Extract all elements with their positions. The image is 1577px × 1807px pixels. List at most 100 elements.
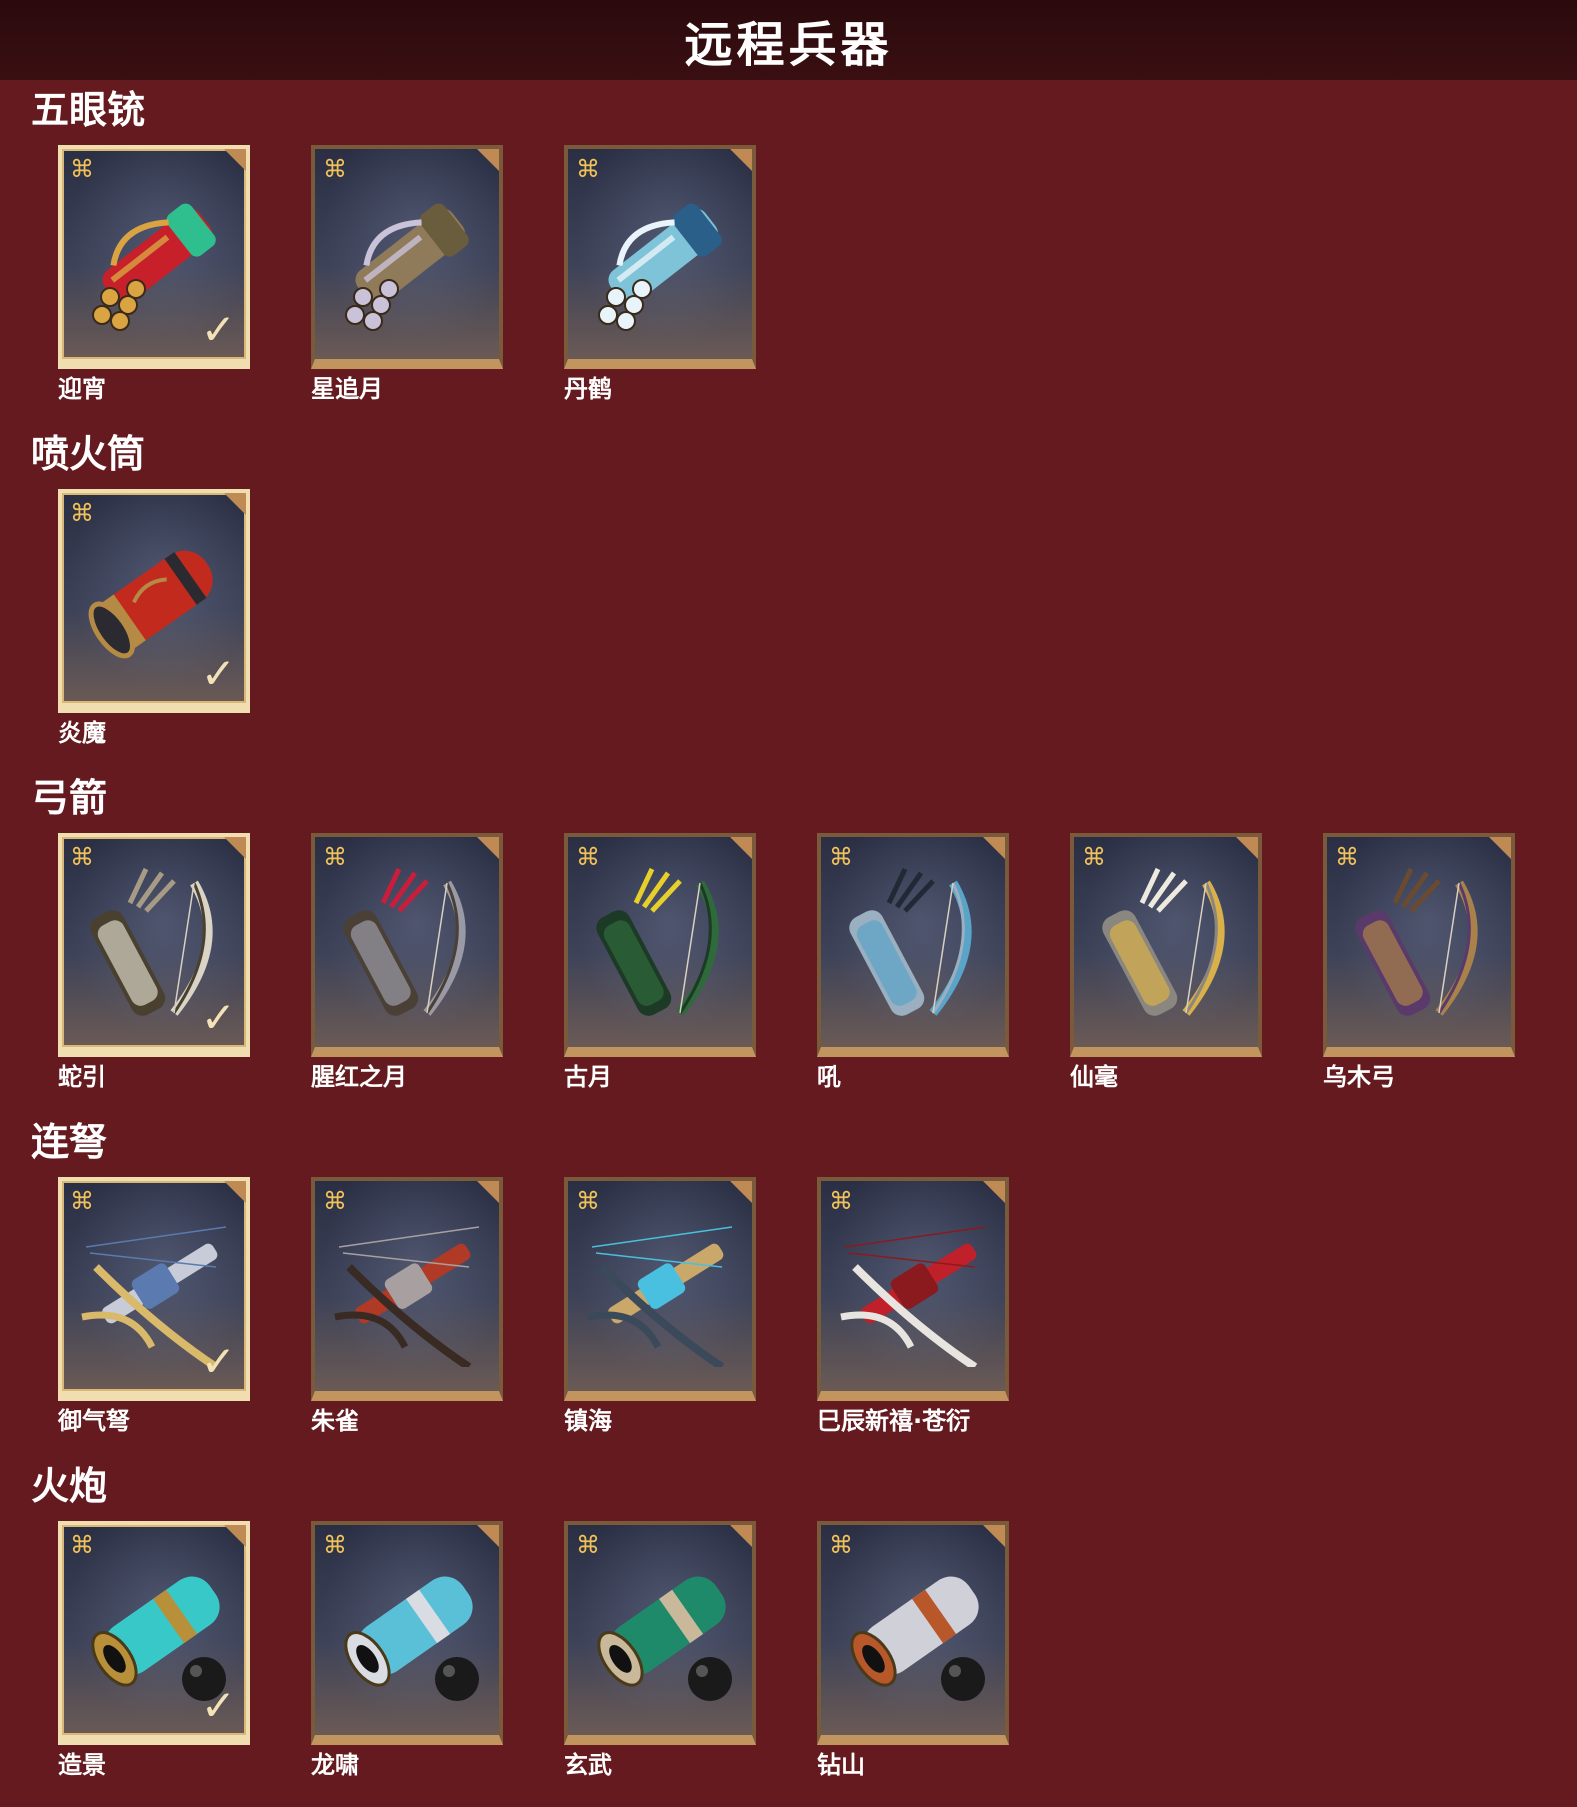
weapon-skin-item[interactable]: ⌘ 古月 [564, 833, 756, 1092]
weapon-skin-name: 朱雀 [311, 1407, 359, 1435]
corner-tag-icon [224, 493, 246, 515]
corner-tag-icon [477, 1181, 499, 1203]
corner-tag-icon [1489, 837, 1511, 859]
weapon-skin-name: 巳辰新禧·苍衍 [817, 1407, 971, 1435]
weapon-skin-item[interactable]: ⌘ ✓ 炎魔 [58, 489, 250, 748]
weapon-skin-name: 仙毫 [1070, 1063, 1118, 1091]
weapon-skin-name: 古月 [564, 1063, 612, 1091]
checkmark-icon: ✓ [200, 993, 236, 1042]
weapon-skin-item[interactable]: ⌘ 星追月 [311, 145, 503, 404]
checkmark-icon: ✓ [200, 1337, 236, 1386]
weapon-skin-card[interactable]: ⌘ [564, 1177, 756, 1401]
weapon-skin-card[interactable]: ⌘ [1070, 833, 1262, 1057]
corner-tag-icon [224, 837, 246, 859]
corner-tag-icon [477, 837, 499, 859]
weapon-art [849, 867, 972, 1016]
corner-tag-icon [983, 1525, 1005, 1547]
corner-tag-icon [477, 1525, 499, 1547]
section-title: 连弩 [31, 1120, 108, 1164]
weapon-skin-card[interactable]: ⌘ ✓ [58, 145, 250, 369]
section-title: 喷火筒 [31, 432, 146, 476]
weapon-skin-name: 星追月 [311, 375, 383, 403]
weapon-skin-item[interactable]: ⌘ 镇海 [564, 1177, 756, 1436]
weapon-section: 喷火筒 ⌘ ✓ 炎魔 [0, 431, 1577, 775]
weapon-art [596, 867, 719, 1016]
weapon-skin-card[interactable]: ⌘ ✓ [58, 1177, 250, 1401]
weapon-skin-item[interactable]: ⌘ 玄武 [564, 1521, 756, 1780]
corner-tag-icon [1236, 837, 1258, 859]
weapon-skin-card[interactable]: ⌘ [817, 1521, 1009, 1745]
weapon-skin-name: 腥红之月 [311, 1063, 407, 1091]
weapon-skin-card[interactable]: ⌘ [564, 833, 756, 1057]
weapon-art [598, 203, 722, 331]
weapon-section: 连弩 ⌘ ✓ 御气弩 ⌘ 朱雀 ⌘ 镇海 ⌘ 巳辰新禧·苍衍 [0, 1119, 1577, 1463]
weapon-grid: ⌘ ✓ 御气弩 ⌘ 朱雀 ⌘ 镇海 ⌘ 巳辰新禧·苍衍 [58, 1177, 1009, 1436]
corner-tag-icon [730, 1525, 752, 1547]
weapon-art [587, 1226, 733, 1367]
corner-tag-icon [983, 837, 1005, 859]
weapon-art [850, 1576, 985, 1701]
checkmark-icon: ✓ [200, 305, 236, 354]
weapon-section: 五眼铳 ⌘ ✓ 迎宵 ⌘ 星追月 ⌘ 丹鹤 [0, 87, 1577, 431]
weapon-skin-card[interactable]: ⌘ [311, 145, 503, 369]
weapon-skin-item[interactable]: ⌘ 腥红之月 [311, 833, 503, 1092]
corner-tag-icon [730, 149, 752, 171]
weapon-skin-name: 丹鹤 [564, 375, 612, 403]
corner-tag-icon [224, 1525, 246, 1547]
weapon-art [840, 1226, 986, 1367]
corner-tag-icon [730, 1181, 752, 1203]
weapon-skin-card[interactable]: ⌘ [1323, 833, 1515, 1057]
corner-tag-icon [730, 837, 752, 859]
weapon-skin-item[interactable]: ⌘ ✓ 迎宵 [58, 145, 250, 404]
section-title: 弓箭 [31, 776, 108, 820]
weapon-skin-name: 吼 [817, 1063, 841, 1091]
corner-tag-icon [477, 149, 499, 171]
corner-tag-icon [224, 1181, 246, 1203]
weapon-skin-item[interactable]: ⌘ ✓ 御气弩 [58, 1177, 250, 1436]
weapon-skin-card[interactable]: ⌘ [564, 1521, 756, 1745]
section-title: 五眼铳 [31, 88, 146, 132]
weapon-skin-name: 御气弩 [58, 1407, 130, 1435]
page-title: 远程兵器 [684, 17, 893, 73]
weapon-skin-card[interactable]: ⌘ ✓ [58, 489, 250, 713]
weapon-skin-item[interactable]: ⌘ ✓ 造景 [58, 1521, 250, 1780]
weapon-skin-card[interactable]: ⌘ [311, 833, 503, 1057]
checkmark-icon: ✓ [200, 1681, 236, 1730]
weapon-section: 弓箭 ⌘ ✓ 蛇引 ⌘ 腥红之月 ⌘ 古月 ⌘ 吼 ⌘ 仙毫 ⌘ 乌木弓 [0, 775, 1577, 1119]
weapon-grid: ⌘ ✓ 造景 ⌘ 龙啸 ⌘ 玄武 ⌘ 钻山 [58, 1521, 1009, 1780]
checkmark-icon: ✓ [200, 649, 236, 698]
weapon-skin-name: 乌木弓 [1323, 1063, 1395, 1091]
weapon-skin-card[interactable]: ⌘ [311, 1177, 503, 1401]
weapon-grid: ⌘ ✓ 炎魔 [58, 489, 250, 748]
weapon-skin-name: 造景 [58, 1751, 106, 1779]
weapon-skin-card[interactable]: ⌘ ✓ [58, 1521, 250, 1745]
weapon-art [597, 1576, 732, 1701]
weapon-skin-item[interactable]: ⌘ 朱雀 [311, 1177, 503, 1436]
weapon-skin-card[interactable]: ⌘ [311, 1521, 503, 1745]
weapon-art [1102, 867, 1225, 1016]
weapon-skin-card[interactable]: ⌘ [564, 145, 756, 369]
weapon-skin-card[interactable]: ⌘ [817, 833, 1009, 1057]
weapon-skin-item[interactable]: ⌘ 钻山 [817, 1521, 1009, 1780]
weapon-skin-card[interactable]: ⌘ [817, 1177, 1009, 1401]
weapon-skin-item[interactable]: ⌘ 巳辰新禧·苍衍 [817, 1177, 1009, 1436]
weapon-skin-item[interactable]: ⌘ 仙毫 [1070, 833, 1262, 1092]
weapon-skin-item[interactable]: ⌘ 吼 [817, 833, 1009, 1092]
weapon-skin-card[interactable]: ⌘ ✓ [58, 833, 250, 1057]
page-header: 远程兵器 [0, 0, 1577, 80]
weapon-skin-name: 蛇引 [58, 1063, 106, 1091]
weapon-skin-name: 炎魔 [58, 719, 106, 747]
weapon-skin-item[interactable]: ⌘ 乌木弓 [1323, 833, 1515, 1092]
weapon-section: 火炮 ⌘ ✓ 造景 ⌘ 龙啸 ⌘ 玄武 ⌘ 钻山 [0, 1463, 1577, 1807]
weapon-art [344, 1576, 479, 1701]
corner-tag-icon [983, 1181, 1005, 1203]
weapon-art [345, 203, 469, 331]
weapon-skin-item[interactable]: ⌘ ✓ 蛇引 [58, 833, 250, 1092]
weapon-grid: ⌘ ✓ 蛇引 ⌘ 腥红之月 ⌘ 古月 ⌘ 吼 ⌘ 仙毫 ⌘ 乌木弓 [58, 833, 1515, 1092]
weapon-skin-name: 玄武 [564, 1751, 612, 1779]
weapon-skin-item[interactable]: ⌘ 龙啸 [311, 1521, 503, 1780]
weapon-skin-name: 钻山 [817, 1751, 865, 1779]
weapon-art [1355, 867, 1478, 1016]
weapon-skin-name: 龙啸 [311, 1751, 359, 1779]
weapon-skin-item[interactable]: ⌘ 丹鹤 [564, 145, 756, 404]
